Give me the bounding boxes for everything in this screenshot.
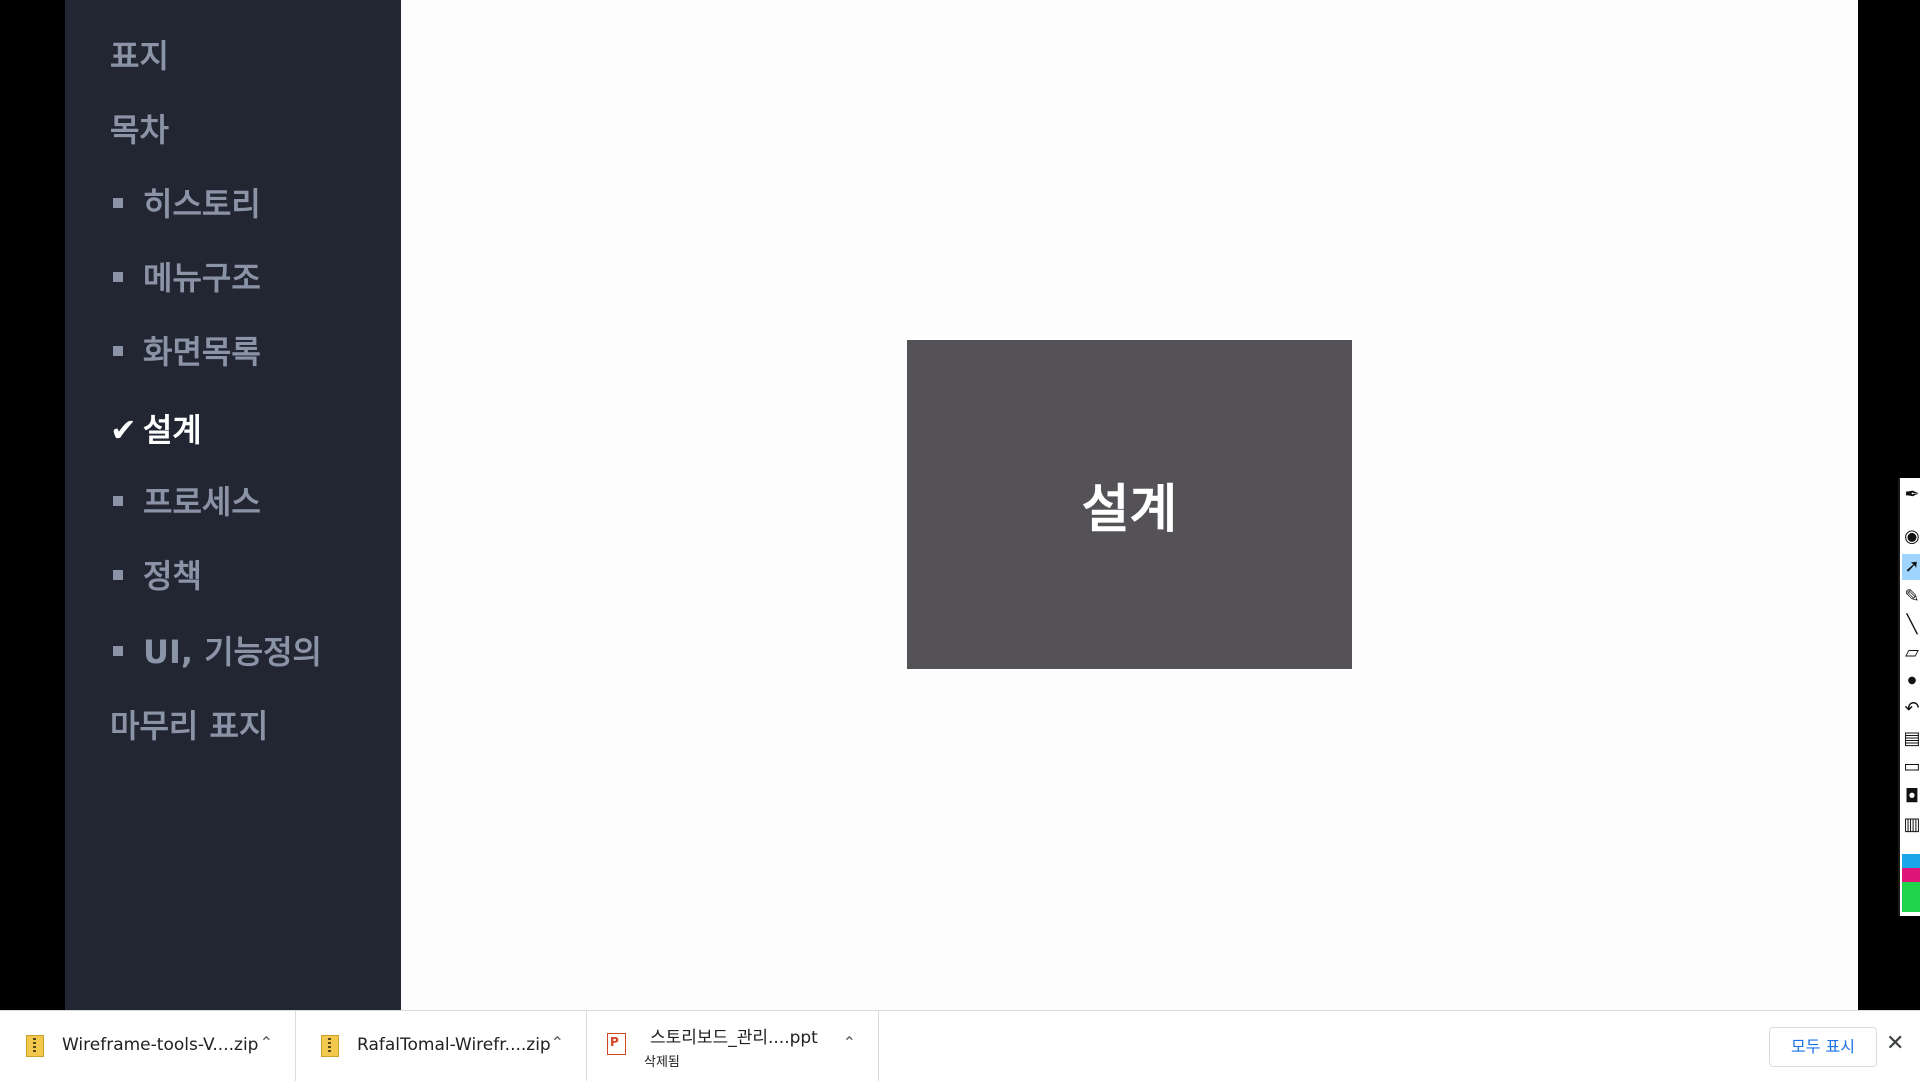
download-filename: RafalTomal-Wirefr....zip xyxy=(357,1035,551,1055)
nav-item-label: 히스토리 xyxy=(143,185,261,223)
color-swatch-green[interactable] xyxy=(1902,882,1920,912)
close-icon[interactable]: ✕ xyxy=(1886,1031,1904,1056)
bullet-icon xyxy=(113,646,123,656)
nav-item-design[interactable]: ✔ 설계 xyxy=(110,410,202,450)
nav-item-menu-structure[interactable]: 메뉴구조 xyxy=(110,258,261,298)
cursor-icon[interactable]: ➚ xyxy=(1902,554,1920,580)
nav-item-label: 마무리 표지 xyxy=(110,707,269,745)
highlighter-icon[interactable]: ✎ xyxy=(1902,584,1920,610)
download-filename: Wireframe-tools-V....zip xyxy=(62,1035,259,1055)
bullet-icon xyxy=(113,198,123,208)
nav-item-toc[interactable]: 목차 xyxy=(110,110,169,150)
nav-item-cover[interactable]: 표지 xyxy=(110,36,169,76)
nav-item-label: UI, 기능정의 xyxy=(143,633,322,671)
section-title-box: 설계 xyxy=(907,340,1352,669)
checkmark-icon: ✔ xyxy=(110,411,137,449)
nav-item-label: 정책 xyxy=(143,557,202,595)
bullet-icon xyxy=(113,570,123,580)
download-item[interactable]: Wireframe-tools-V....zip ⌃ xyxy=(0,1011,296,1081)
nav-item-label: 프로세스 xyxy=(143,483,261,521)
nav-item-label: 표지 xyxy=(110,37,169,75)
board-icon[interactable]: ▭ xyxy=(1902,754,1920,780)
download-item[interactable]: 스토리보드_관리....ppt 삭제됨 ⌃ xyxy=(586,1011,879,1081)
eye-icon[interactable]: ◉ xyxy=(1902,524,1920,550)
eraser-icon[interactable]: ▱ xyxy=(1902,640,1920,666)
nav-item-screen-list[interactable]: 화면목록 xyxy=(110,332,261,372)
dot-icon[interactable]: ● xyxy=(1902,668,1920,694)
nav-item-process[interactable]: 프로세스 xyxy=(110,482,261,522)
download-item[interactable]: RafalTomal-Wirefr....zip ⌃ xyxy=(295,1011,587,1081)
slide-navigation-sidebar: 표지 목차 히스토리 메뉴구조 화면목록 ✔ 설계 프로세스 정책 UI, 기능정… xyxy=(65,0,401,1010)
zip-file-icon xyxy=(321,1035,339,1057)
bullet-icon xyxy=(113,496,123,506)
color-swatch-cyan[interactable] xyxy=(1902,854,1920,868)
annotation-toolbar: ✒ ◉ ➚ ✎ ╲ ▱ ● ↶ ▤ ▭ ◘ ▥ xyxy=(1898,478,1920,916)
camera-icon[interactable]: ◘ xyxy=(1902,784,1920,810)
section-title: 설계 xyxy=(1081,480,1178,540)
show-all-button[interactable]: 모두 표시 xyxy=(1769,1027,1877,1067)
download-status: 삭제됨 xyxy=(644,1055,680,1070)
nav-item-label: 목차 xyxy=(110,111,169,149)
download-filename: 스토리보드_관리....ppt xyxy=(650,1028,818,1048)
chevron-up-icon[interactable]: ⌃ xyxy=(260,1033,273,1052)
chevron-up-icon[interactable]: ⌃ xyxy=(843,1033,856,1052)
zip-file-icon xyxy=(26,1035,44,1057)
trash-icon[interactable]: ▤ xyxy=(1902,726,1920,752)
bullet-icon xyxy=(113,346,123,356)
chevron-up-icon[interactable]: ⌃ xyxy=(551,1033,564,1052)
bullet-icon xyxy=(113,272,123,282)
nav-item-label: 설계 xyxy=(142,411,202,449)
pen-icon[interactable]: ✒ xyxy=(1902,482,1920,508)
nav-item-closing-cover[interactable]: 마무리 표지 xyxy=(110,706,268,746)
color-swatch-magenta[interactable] xyxy=(1902,868,1920,882)
nav-item-history[interactable]: 히스토리 xyxy=(110,184,261,224)
ppt-file-icon xyxy=(607,1033,626,1055)
nav-item-ui-definition[interactable]: UI, 기능정의 xyxy=(110,632,322,672)
download-bar: Wireframe-tools-V....zip ⌃ RafalTomal-Wi… xyxy=(0,1010,1920,1081)
nav-item-policy[interactable]: 정책 xyxy=(110,556,202,596)
nav-item-label: 메뉴구조 xyxy=(143,259,261,297)
line-icon[interactable]: ╲ xyxy=(1902,612,1920,638)
clipboard-icon[interactable]: ▥ xyxy=(1902,812,1920,838)
nav-item-label: 화면목록 xyxy=(143,333,261,371)
undo-icon[interactable]: ↶ xyxy=(1902,696,1920,722)
